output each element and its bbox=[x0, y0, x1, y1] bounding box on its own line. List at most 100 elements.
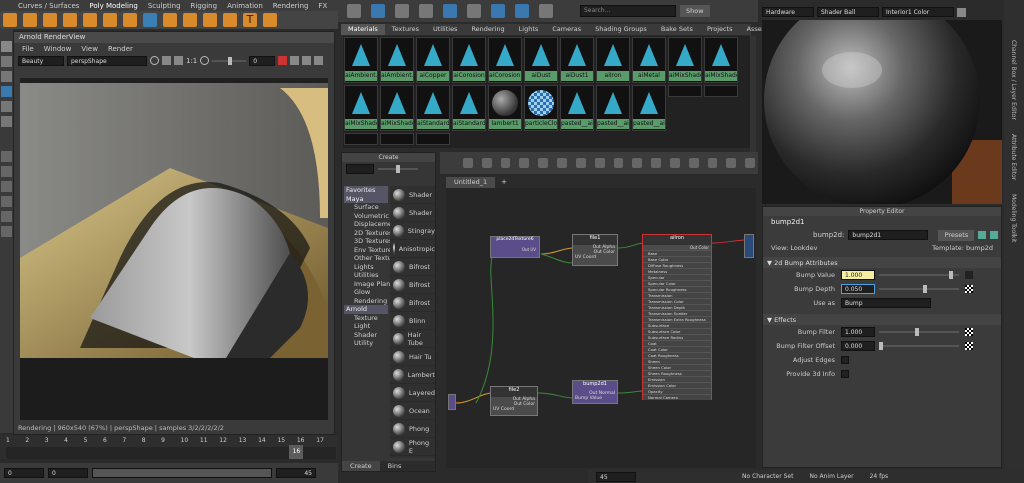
presets-button[interactable]: Presets bbox=[938, 229, 975, 241]
stop-render-icon[interactable] bbox=[278, 56, 288, 65]
connected-mode-icon[interactable] bbox=[594, 158, 605, 168]
material-swatch[interactable]: aiStandard... bbox=[452, 85, 486, 131]
region-icon[interactable] bbox=[162, 56, 171, 65]
material-swatch[interactable]: particleClo... bbox=[524, 85, 558, 131]
shader-button[interactable]: Phong E bbox=[390, 438, 435, 456]
bookmark-icon[interactable] bbox=[745, 158, 755, 168]
environment-select[interactable]: Interior1 Color bbox=[882, 7, 954, 17]
section-2d-bump[interactable]: ▼ 2d Bump Attributes bbox=[763, 257, 1001, 268]
render-canvas[interactable] bbox=[20, 78, 328, 420]
tab-untitled[interactable]: Untitled_1 bbox=[446, 177, 496, 188]
shader-button[interactable]: Stingray bbox=[390, 222, 435, 240]
layout-two-icon[interactable] bbox=[1, 181, 12, 192]
copy-tab-icon[interactable] bbox=[990, 231, 999, 239]
material-swatch[interactable] bbox=[668, 85, 702, 97]
browser-tab[interactable]: Shading Groups bbox=[588, 24, 654, 35]
grid-toggle-icon[interactable] bbox=[669, 158, 680, 168]
timeline[interactable]: 1 2 3 4 5 6 7 8 9 10 11 12 13 14 15 16 17 16 bbox=[0, 435, 338, 459]
create-tree-item[interactable]: Utilities bbox=[344, 271, 388, 280]
show-button[interactable]: Show bbox=[680, 5, 710, 17]
create-tree-item[interactable]: Light bbox=[344, 322, 388, 331]
graph-both-icon[interactable] bbox=[500, 158, 511, 168]
renderview-menu-item[interactable]: View bbox=[81, 45, 98, 53]
scale-tool-icon[interactable] bbox=[1, 116, 12, 127]
end-frame-field[interactable]: 45 bbox=[596, 471, 636, 482]
checker-map-icon[interactable] bbox=[965, 328, 973, 336]
material-swatch[interactable]: aiDust bbox=[524, 37, 558, 83]
map-button-icon[interactable] bbox=[965, 271, 973, 279]
material-swatch[interactable]: pasted__ai... bbox=[596, 85, 630, 131]
shelf-tab[interactable]: Curves / Surfaces bbox=[18, 2, 79, 10]
checker-map-icon[interactable] bbox=[965, 285, 973, 293]
combine-icon[interactable] bbox=[143, 13, 157, 27]
browser-tab[interactable]: Bake Sets bbox=[654, 24, 700, 35]
bump-value-field[interactable]: 1.000 bbox=[841, 270, 875, 280]
create-tree-item[interactable]: Lights bbox=[344, 263, 388, 272]
bump-value-slider[interactable] bbox=[879, 271, 959, 279]
provide-3d-checkbox[interactable] bbox=[841, 370, 849, 378]
range-slider[interactable] bbox=[92, 468, 272, 478]
shelf-tab[interactable]: Sculpting bbox=[148, 2, 181, 10]
use-as-select[interactable]: Bump bbox=[841, 298, 931, 308]
snapshot-icon[interactable] bbox=[302, 56, 312, 65]
separate-icon[interactable] bbox=[203, 13, 217, 27]
bump-depth-field[interactable]: 0.050 bbox=[841, 284, 875, 294]
shader-button[interactable]: Bifrost bbox=[390, 258, 435, 276]
timeline-playhead[interactable]: 16 bbox=[289, 445, 304, 459]
input-output-icon[interactable] bbox=[371, 4, 385, 18]
torus-tool-icon[interactable] bbox=[83, 13, 97, 27]
geometry-select[interactable]: Shader Ball bbox=[817, 7, 879, 17]
create-tree-item[interactable]: Surface bbox=[344, 203, 388, 212]
frame-rate[interactable]: 24 fps bbox=[870, 473, 889, 480]
create-tree-item[interactable]: Other Textures bbox=[344, 254, 402, 263]
create-tree-item[interactable]: Image Planes bbox=[344, 280, 398, 289]
ratio-label[interactable]: 1:1 bbox=[186, 57, 197, 65]
material-swatch[interactable]: aiDust1 bbox=[560, 37, 594, 83]
poly-soccer-icon[interactable] bbox=[163, 13, 177, 27]
material-swatch[interactable]: aiStandard... bbox=[416, 85, 450, 131]
select-tool-icon[interactable] bbox=[1, 41, 12, 52]
shader-button[interactable]: Layered bbox=[390, 384, 435, 402]
bump-filter-slider[interactable] bbox=[879, 328, 959, 336]
fit-icon[interactable] bbox=[174, 56, 183, 65]
shader-button[interactable]: Bifrost bbox=[390, 294, 435, 312]
browser-tab[interactable]: Rendering bbox=[464, 24, 511, 35]
shader-button[interactable]: Anisotropic bbox=[390, 240, 435, 258]
material-swatch[interactable]: aiMixShader4 bbox=[380, 85, 414, 131]
shader-button[interactable]: Blinn bbox=[390, 312, 435, 330]
shader-button[interactable]: Hair Tu bbox=[390, 348, 435, 366]
browser-search[interactable]: Search... bbox=[580, 5, 676, 17]
create-tree-item[interactable]: 2D Textures bbox=[344, 229, 392, 238]
shatter-icon[interactable] bbox=[223, 13, 237, 27]
node-file2[interactable]: file2 Out Alpha Out Color UV Coord bbox=[490, 386, 538, 416]
cylinder-tool-icon[interactable] bbox=[43, 13, 57, 27]
cube-tool-icon[interactable] bbox=[23, 13, 37, 27]
node-file1[interactable]: file1 Out Alpha Out Color UV Coord bbox=[572, 234, 618, 266]
create-bottom-tab[interactable]: Bins bbox=[380, 461, 410, 471]
shader-button[interactable]: Bifrost bbox=[390, 276, 435, 294]
range-end-field[interactable]: 45 bbox=[276, 468, 316, 478]
material-swatch[interactable] bbox=[344, 133, 378, 145]
material-swatch[interactable]: aiMixShader1 bbox=[668, 37, 702, 83]
shader-button[interactable]: Lambert bbox=[390, 366, 435, 384]
create-tree-item[interactable]: Utility bbox=[344, 339, 388, 348]
layout-single-icon[interactable] bbox=[1, 151, 12, 162]
material-swatch[interactable]: aiMixShader2 bbox=[704, 37, 738, 83]
clear-icon[interactable] bbox=[519, 158, 530, 168]
layout-icon[interactable] bbox=[539, 4, 553, 18]
start-frame-field[interactable]: 0 bbox=[4, 468, 44, 478]
node-shading-group[interactable] bbox=[744, 234, 754, 258]
bump-filter-offset-field[interactable]: 0.000 bbox=[841, 341, 875, 351]
node-bump2d[interactable]: bump2d1 Out Normal Bump Value bbox=[572, 380, 618, 404]
exposure-field[interactable]: 0 bbox=[249, 55, 276, 66]
swatch-icon[interactable] bbox=[491, 4, 505, 18]
renderer-select[interactable]: Hardware bbox=[762, 7, 814, 17]
find-icon[interactable] bbox=[651, 158, 661, 168]
browser-tab[interactable]: Utilities bbox=[426, 24, 464, 35]
exposure-slider[interactable] bbox=[212, 56, 247, 65]
move-tool-icon[interactable] bbox=[1, 86, 12, 97]
tab-channel-box[interactable]: Channel Box / Layer Editor bbox=[1010, 40, 1017, 120]
svg-tool-icon[interactable] bbox=[263, 13, 277, 27]
create-tree-item[interactable]: Glow bbox=[344, 288, 388, 297]
shelf-tab[interactable]: FX bbox=[319, 2, 328, 10]
